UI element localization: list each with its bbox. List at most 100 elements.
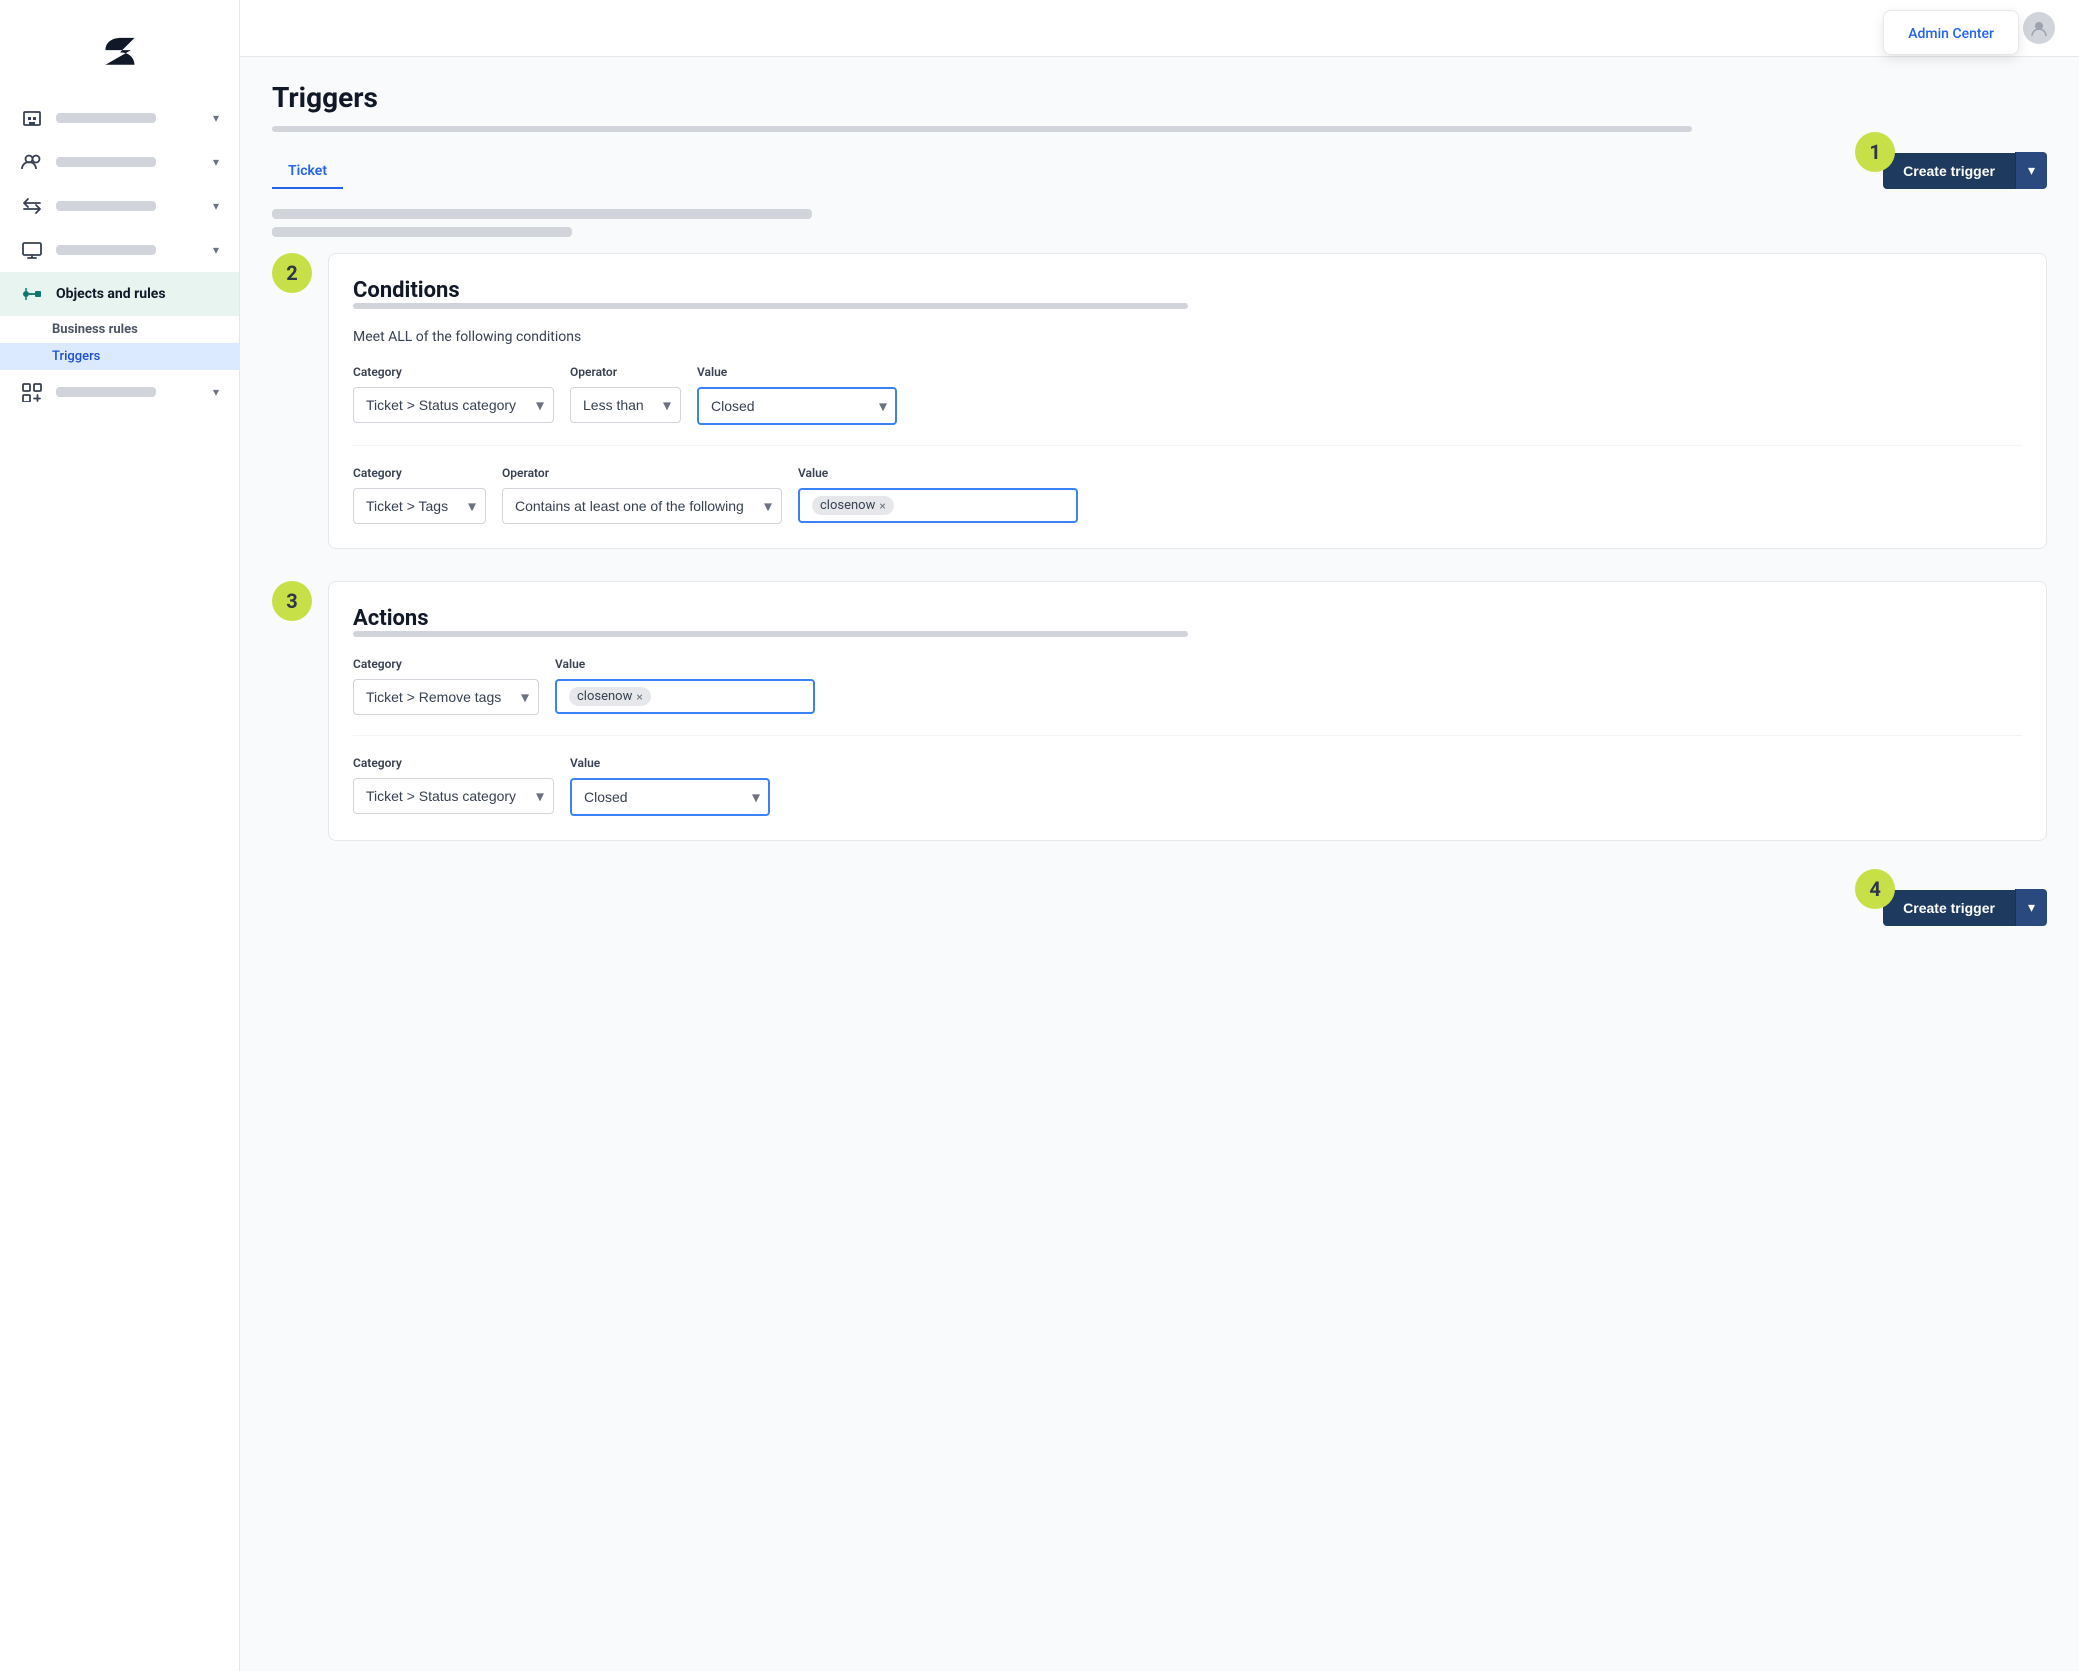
sidebar-item-workspace2[interactable]: ▾ (0, 228, 239, 272)
sidebar-subitem-business-rules[interactable]: Business rules (0, 316, 239, 343)
action-2-value-group: Value Closed (570, 756, 770, 816)
action-1-value-tags-input[interactable]: closenow × (555, 679, 815, 714)
people-icon (20, 150, 44, 174)
closenow-tag-condition: closenow × (812, 496, 894, 515)
condition-1-value-select-wrap: Closed (697, 387, 897, 425)
nav-label-bar-3 (56, 201, 156, 211)
create-trigger-dropdown-button[interactable]: ▾ (2015, 152, 2047, 189)
condition-1-value-select[interactable]: Closed (697, 387, 897, 425)
sidebar-item-channels[interactable]: ▾ (0, 184, 239, 228)
conditions-section: Conditions Meet ALL of the following con… (328, 253, 2047, 549)
chevron-down-icon-1: ▾ (213, 111, 219, 125)
action-1-value-label: Value (555, 657, 815, 671)
condition-1-operator-select[interactable]: Less than (570, 387, 681, 423)
condition-1-category-group: Category Ticket > Status category (353, 365, 554, 423)
monitor-icon (20, 238, 44, 262)
action-row-1: Category Ticket > Remove tags Value (353, 657, 2022, 736)
admin-center-popup: Admin Center (1883, 10, 2019, 55)
tabs: Ticket (272, 155, 343, 187)
conditions-subtitle: Meet ALL of the following conditions (353, 329, 2022, 345)
sidebar-item-apps[interactable]: ▾ (0, 370, 239, 414)
actions-title: Actions (353, 606, 2022, 631)
condition-1-value-group: Value Closed (697, 365, 897, 425)
zendesk-logo-icon (90, 32, 150, 72)
actions-progress-bar (353, 631, 1188, 637)
nav-label-bar-1 (56, 113, 156, 123)
condition-2-value-label: Value (798, 466, 1078, 480)
sidebar-item-objects[interactable]: Objects and rules (0, 272, 239, 316)
building-icon (20, 106, 44, 130)
closenow-tag-remove-condition[interactable]: × (879, 499, 885, 513)
condition-1-category-select-wrap: Ticket > Status category (353, 387, 554, 423)
arrows-icon (20, 194, 44, 218)
create-trigger-bottom-group: Create trigger ▾ (1883, 889, 2047, 926)
admin-center-link[interactable]: Admin Center (1908, 26, 1994, 42)
condition-2-category-select-wrap: Ticket > Tags (353, 488, 486, 524)
action-row-2: Category Ticket > Status category Value (353, 756, 2022, 816)
user-avatar[interactable] (2023, 12, 2055, 44)
action-1-category-group: Category Ticket > Remove tags (353, 657, 539, 715)
logo (0, 16, 239, 96)
condition-2-operator-select[interactable]: Contains at least one of the following (502, 488, 782, 524)
condition-2-operator-group: Operator Contains at least one of the fo… (502, 466, 782, 524)
apps-icon (20, 380, 44, 404)
condition-1-category-select[interactable]: Ticket > Status category (353, 387, 554, 423)
create-trigger-bottom-button[interactable]: Create trigger (1883, 890, 2015, 926)
step-badge-4: 4 (1855, 869, 1895, 909)
header: Admin Center (240, 0, 2079, 57)
business-rules-label: Business rules (52, 322, 138, 337)
create-trigger-group: Create trigger ▾ (1883, 152, 2047, 189)
chevron-down-icon-3: ▾ (213, 199, 219, 213)
triggers-label: Triggers (52, 349, 100, 364)
objects-icon (20, 282, 44, 306)
condition-row-2: Category Ticket > Tags Operator (353, 466, 2022, 524)
desc-bar-2 (272, 227, 572, 237)
action-2-category-select[interactable]: Ticket > Status category (353, 778, 554, 814)
action-2-value-select[interactable]: Closed (570, 778, 770, 816)
step-badge-3: 3 (272, 581, 312, 621)
tab-ticket[interactable]: Ticket (272, 155, 343, 189)
closenow-tag-remove-action1[interactable]: × (636, 690, 642, 704)
sidebar-item-people[interactable]: ▾ (0, 140, 239, 184)
condition-1-value-label: Value (697, 365, 897, 379)
nav-label-bar-4 (56, 245, 156, 255)
condition-2-category-select[interactable]: Ticket > Tags (353, 488, 486, 524)
action-2-value-label: Value (570, 756, 770, 770)
condition-2-category-group: Category Ticket > Tags (353, 466, 486, 524)
chevron-down-icon-5: ▾ (213, 385, 219, 399)
sidebar: ▾ ▾ ▾ ▾ Objects and rules Business rules (0, 0, 240, 1671)
condition-2-operator-select-wrap: Contains at least one of the following (502, 488, 782, 524)
page-progress-bar (272, 126, 1692, 132)
page-title: Triggers (272, 81, 2047, 114)
create-trigger-button[interactable]: Create trigger (1883, 153, 2015, 189)
action-1-category-select-wrap: Ticket > Remove tags (353, 679, 539, 715)
condition-1-operator-label: Operator (570, 365, 681, 379)
main-content: Admin Center Triggers Ticket (240, 0, 2079, 1671)
action-1-category-label: Category (353, 657, 539, 671)
chevron-down-icon-4: ▾ (213, 243, 219, 257)
action-2-category-label: Category (353, 756, 554, 770)
bottom-toolbar: 4 Create trigger ▾ (272, 873, 2047, 942)
sidebar-item-objects-label: Objects and rules (56, 286, 166, 302)
nav-label-bar-5 (56, 387, 156, 397)
create-trigger-bottom-dropdown-button[interactable]: ▾ (2015, 889, 2047, 926)
sidebar-item-workspace[interactable]: ▾ (0, 96, 239, 140)
condition-2-category-label: Category (353, 466, 486, 480)
conditions-title: Conditions (353, 278, 2022, 303)
condition-2-operator-label: Operator (502, 466, 782, 480)
closenow-tag-action1: closenow × (569, 687, 651, 706)
action-2-category-select-wrap: Ticket > Status category (353, 778, 554, 814)
page-area: Triggers Ticket 1 Create trigger ▾ (240, 57, 2079, 1671)
condition-1-operator-select-wrap: Less than (570, 387, 681, 423)
step-badge-2: 2 (272, 253, 312, 293)
chevron-down-icon-2: ▾ (213, 155, 219, 169)
action-1-category-select[interactable]: Ticket > Remove tags (353, 679, 539, 715)
action-1-value-group: Value closenow × (555, 657, 815, 714)
condition-1-operator-group: Operator Less than (570, 365, 681, 423)
action-2-value-select-wrap: Closed (570, 778, 770, 816)
actions-section: Actions Category Ticket > Remove tags (328, 581, 2047, 841)
condition-2-value-tags-input[interactable]: closenow × (798, 488, 1078, 523)
action-2-category-group: Category Ticket > Status category (353, 756, 554, 814)
sidebar-subitem-triggers[interactable]: Triggers (0, 343, 239, 370)
conditions-progress-bar (353, 303, 1188, 309)
